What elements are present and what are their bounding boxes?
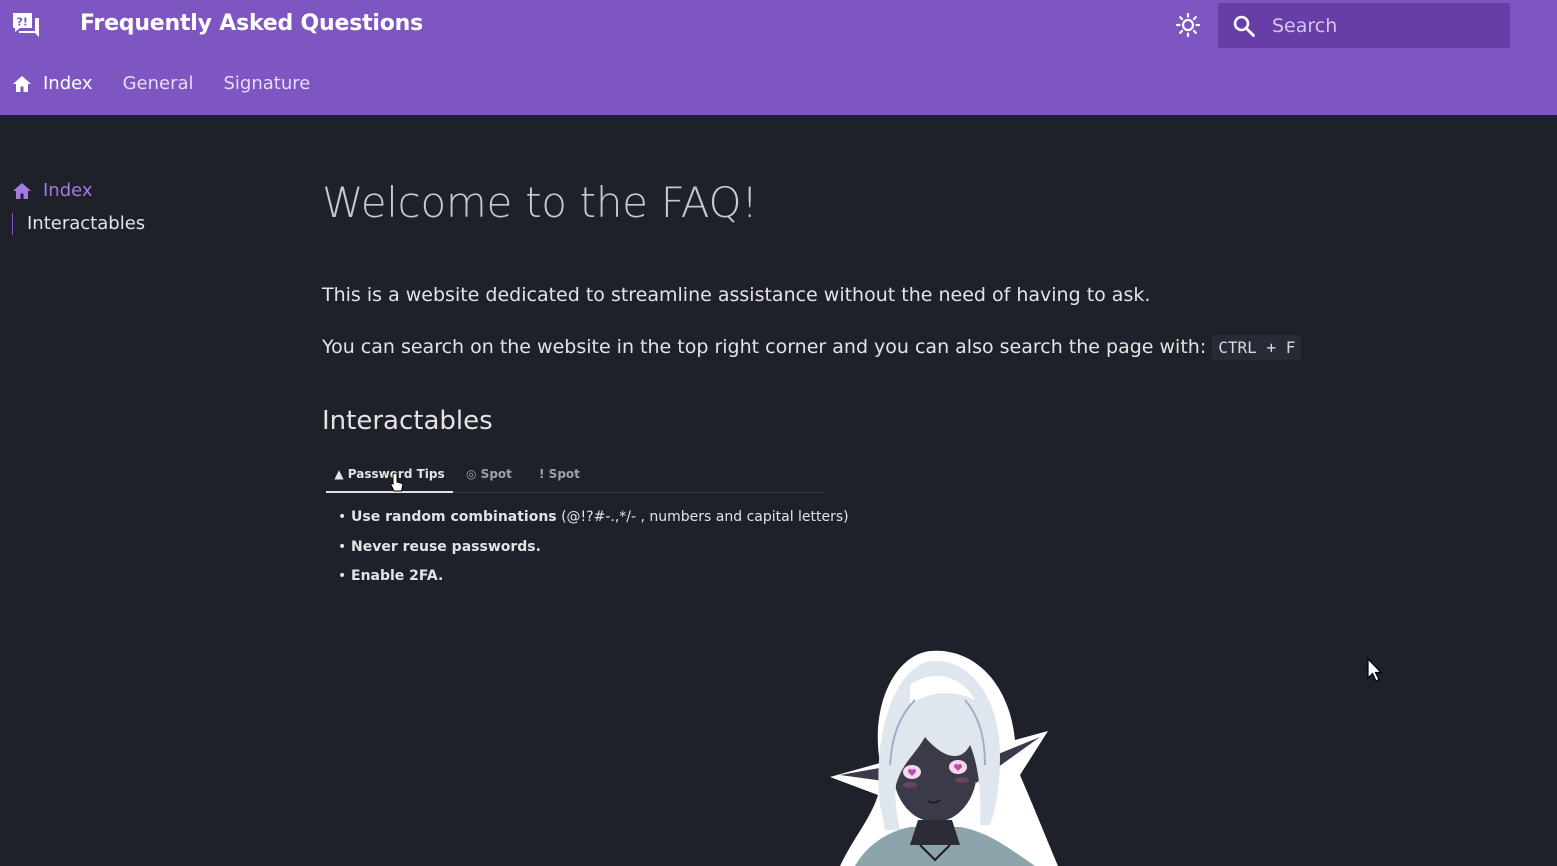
tab-general[interactable]: General xyxy=(123,73,194,94)
warning-icon: ▲ xyxy=(334,467,344,481)
tip-bold: Never reuse passwords. xyxy=(351,538,541,555)
faq-logo-icon[interactable]: ?! xyxy=(12,12,40,40)
search-icon xyxy=(1233,15,1255,37)
exclamation-icon: ! xyxy=(539,467,545,481)
top-header: ?! Frequently Asked Questions Index Gene… xyxy=(0,0,1557,115)
main-content: Welcome to the FAQ! This is a website de… xyxy=(322,178,1402,436)
tab-index[interactable]: Index xyxy=(12,73,93,94)
site-title[interactable]: Frequently Asked Questions xyxy=(80,11,423,36)
arrow-cursor-icon xyxy=(1367,658,1383,682)
tip-rest: (@!?#-.,*/- , numbers and capital letter… xyxy=(556,509,849,525)
page-title: Welcome to the FAQ! xyxy=(322,178,758,227)
elf-mascot-illustration xyxy=(830,650,1058,866)
search-input[interactable] xyxy=(1272,3,1492,48)
tip-bold: Use random combinations xyxy=(351,509,557,525)
list-item: • Never reuse passwords. xyxy=(338,538,541,555)
search-hint-text: You can search on the website in the top… xyxy=(322,336,1207,358)
hand-cursor-icon xyxy=(390,472,404,492)
eye-icon: ◎ xyxy=(466,467,477,481)
list-item: • Enable 2FA. xyxy=(338,568,444,584)
keyboard-shortcut: CTRL + F xyxy=(1212,335,1302,360)
search-box[interactable] xyxy=(1218,3,1510,48)
sidebar-item-index[interactable]: Index xyxy=(12,180,145,201)
tip-bold: Enable 2FA. xyxy=(351,568,444,584)
nav-tabs: Index General Signature xyxy=(12,73,340,94)
tab-signature[interactable]: Signature xyxy=(224,73,311,94)
list-item: • Use random combinations (@!?#-.,*/- , n… xyxy=(338,509,849,525)
home-icon xyxy=(13,75,31,92)
intro-paragraph: This is a website dedicated to streamlin… xyxy=(322,284,1151,306)
tab-spot-eye-label: Spot xyxy=(480,467,512,481)
sidebar-nav: Index Interactables xyxy=(12,180,145,235)
tab-spot-alert-label: Spot xyxy=(548,467,580,481)
sidebar-item-interactables[interactable]: Interactables xyxy=(12,213,145,235)
tab-index-label: Index xyxy=(43,73,93,94)
svg-text:?!: ?! xyxy=(17,16,28,29)
theme-toggle-sun-icon[interactable] xyxy=(1175,12,1201,38)
tab-spot-eye[interactable]: ◎ Spot xyxy=(466,462,512,491)
search-hint-paragraph: You can search on the website in the top… xyxy=(322,335,1302,360)
sidebar-item-index-label: Index xyxy=(43,180,93,201)
password-tips-list: • Use random combinations (@!?#-.,*/- , n… xyxy=(338,507,849,596)
section-heading-interactables: Interactables xyxy=(322,406,493,436)
home-icon xyxy=(13,182,31,199)
tab-spot-alert[interactable]: ! Spot xyxy=(539,462,580,491)
